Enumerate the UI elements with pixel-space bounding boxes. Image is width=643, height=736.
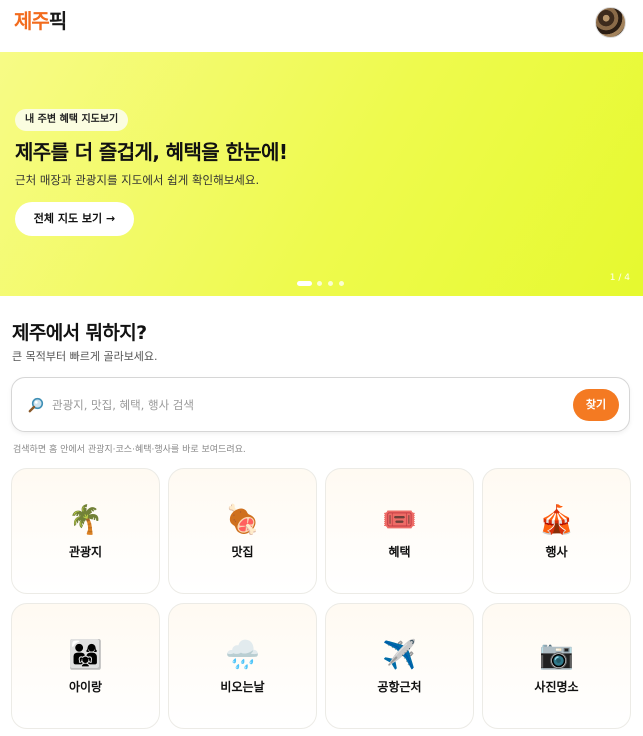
category-card-events[interactable]: 🎪 행사: [482, 468, 631, 594]
category-label: 사진명소: [534, 680, 579, 694]
category-label: 아이랑: [68, 680, 103, 694]
app-header: 제주픽: [0, 0, 643, 52]
category-card-with-kids[interactable]: 👨‍👩‍👧 아이랑: [11, 603, 160, 729]
search-help-text: 검색하면 홈 안에서 관광지·코스·혜택·행사를 바로 보여드려요.: [13, 445, 246, 455]
category-card-tourist-spots[interactable]: 🌴 관광지: [11, 468, 160, 594]
meat-icon: 🍖: [225, 503, 260, 536]
rain-cloud-icon: 🌧️: [225, 638, 260, 671]
promo-banner[interactable]: 내 주변 혜택 지도보기 제주를 더 즐겁게, 혜택을 한눈에! 근처 매장과 …: [0, 52, 643, 296]
category-card-benefits[interactable]: 🎟️ 혜택: [325, 468, 474, 594]
family-icon: 👨‍👩‍👧: [68, 638, 103, 671]
category-card-near-airport[interactable]: ✈️ 공항근처: [325, 603, 474, 729]
section-subtitle: 큰 목적부터 빠르게 골라보세요.: [12, 350, 158, 363]
banner-dot-4[interactable]: [339, 281, 344, 286]
search-button[interactable]: 찾기: [573, 389, 619, 421]
banner-dot-1[interactable]: [297, 281, 312, 286]
logo-part-suffix: 픽: [48, 9, 67, 33]
app-logo[interactable]: 제주픽: [14, 9, 67, 33]
search-bar: 찾기: [11, 377, 630, 432]
banner-page-indicator: 1 / 4: [609, 273, 630, 283]
category-label: 행사: [545, 545, 568, 559]
category-label: 관광지: [68, 545, 103, 559]
banner-dot-3[interactable]: [328, 281, 333, 286]
circus-tent-icon: 🎪: [539, 503, 574, 536]
category-label: 공항근처: [377, 680, 422, 694]
search-icon: [28, 397, 44, 413]
category-label: 혜택: [388, 545, 411, 559]
category-card-rainy-day[interactable]: 🌧️ 비오는날: [168, 603, 317, 729]
user-avatar[interactable]: [595, 7, 626, 38]
camera-icon: 📷: [539, 638, 574, 671]
banner-subtitle: 근처 매장과 관광지를 지도에서 쉽게 확인해보세요.: [15, 173, 260, 187]
category-label: 비오는날: [220, 680, 265, 694]
section-title: 제주에서 뭐하지?: [12, 322, 147, 344]
banner-chip: 내 주변 혜택 지도보기: [15, 109, 129, 131]
banner-dot-2[interactable]: [317, 281, 322, 286]
banner-title: 제주를 더 즐겁게, 혜택을 한눈에!: [15, 140, 288, 164]
category-label: 맛집: [231, 545, 254, 559]
palm-tree-icon: 🌴: [68, 503, 103, 536]
view-full-map-button[interactable]: 전체 지도 보기 →: [15, 202, 134, 236]
search-input[interactable]: [52, 392, 492, 418]
category-card-restaurants[interactable]: 🍖 맛집: [168, 468, 317, 594]
category-card-photo-spots[interactable]: 📷 사진명소: [482, 603, 631, 729]
logo-part-brand: 제주: [14, 9, 50, 33]
ticket-icon: 🎟️: [382, 503, 417, 536]
airplane-icon: ✈️: [382, 638, 417, 671]
